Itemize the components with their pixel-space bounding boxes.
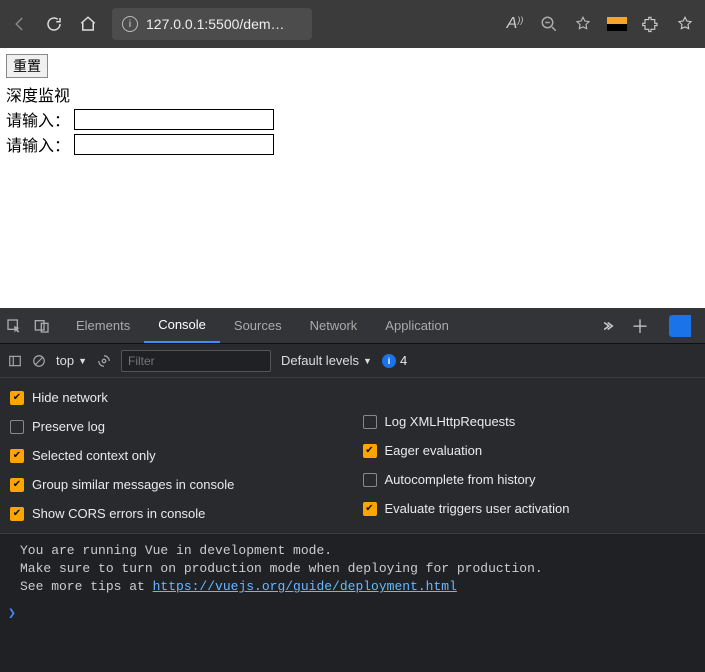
info-icon: i: [382, 354, 396, 368]
favorites-star-icon[interactable]: [675, 14, 695, 34]
checkbox-show-cors[interactable]: ✔: [10, 507, 24, 521]
reset-button[interactable]: 重置: [6, 54, 48, 78]
issues-count: 4: [400, 353, 407, 368]
console-line: Make sure to turn on production mode whe…: [20, 560, 697, 578]
console-text: See more tips at: [20, 579, 153, 594]
context-selector[interactable]: top ▼: [56, 353, 87, 368]
context-selector-label: top: [56, 353, 74, 368]
chevron-down-icon: ▼: [78, 356, 87, 366]
label-selected-context: Selected context only: [32, 448, 156, 463]
checkbox-autocomplete-history[interactable]: [363, 473, 377, 487]
label-eager-eval: Eager evaluation: [385, 443, 483, 458]
input1-field[interactable]: [74, 109, 274, 130]
extensions-icon[interactable]: [641, 14, 661, 34]
tab-elements[interactable]: Elements: [62, 309, 144, 342]
url-text: 127.0.0.1:5500/dem…: [146, 16, 285, 32]
more-tabs-icon[interactable]: [603, 319, 617, 333]
issues-badge[interactable]: i 4: [382, 353, 407, 368]
console-message: You are running Vue in development mode.…: [0, 540, 705, 603]
console-output: You are running Vue in development mode.…: [0, 534, 705, 672]
label-eval-triggers: Evaluate triggers user activation: [385, 501, 570, 516]
zoom-out-icon[interactable]: [539, 14, 559, 34]
tab-network[interactable]: Network: [296, 309, 372, 342]
page-heading: 深度监视: [6, 82, 699, 106]
device-toggle-icon[interactable]: [34, 318, 50, 334]
live-expression-icon[interactable]: [97, 354, 111, 368]
console-line: You are running Vue in development mode.: [20, 542, 697, 560]
devtools-drawer-toggle[interactable]: [669, 315, 691, 337]
label-show-cors: Show CORS errors in console: [32, 506, 205, 521]
console-sidebar-icon[interactable]: [8, 354, 22, 368]
console-settings-panel: ✔ Hide network Preserve log ✔ Selected con…: [0, 378, 705, 534]
site-info-icon[interactable]: i: [122, 16, 138, 32]
devtools: Elements Console Sources Network Applica…: [0, 308, 705, 672]
input1-label: 请输入：: [6, 107, 70, 131]
console-line: See more tips at https://vuejs.org/guide…: [20, 578, 697, 596]
console-prompt[interactable]: ❯: [0, 603, 705, 625]
checkbox-eager-eval[interactable]: ✔: [363, 444, 377, 458]
extension-badge[interactable]: [607, 17, 627, 31]
page-content: 重置 深度监视 请输入： 请输入：: [0, 48, 705, 308]
browser-toolbar: i 127.0.0.1:5500/dem… A)): [0, 0, 705, 48]
label-group-similar: Group similar messages in console: [32, 477, 234, 492]
clear-console-icon[interactable]: [32, 354, 46, 368]
devtools-tabbar: Elements Console Sources Network Applica…: [0, 308, 705, 344]
back-icon[interactable]: [10, 14, 30, 34]
filter-input[interactable]: [121, 350, 271, 372]
input2-label: 请输入：: [6, 132, 70, 156]
log-levels-selector[interactable]: Default levels ▼: [281, 353, 372, 368]
refresh-icon[interactable]: [44, 14, 64, 34]
favorites-icon[interactable]: [573, 14, 593, 34]
tab-sources[interactable]: Sources: [220, 309, 296, 342]
chevron-down-icon: ▼: [363, 356, 372, 366]
new-tab-icon[interactable]: ＋: [631, 313, 649, 339]
address-bar[interactable]: i 127.0.0.1:5500/dem…: [112, 8, 312, 40]
label-autocomplete-history: Autocomplete from history: [385, 472, 536, 487]
checkbox-preserve-log[interactable]: [10, 420, 24, 434]
read-aloud-icon[interactable]: A)): [505, 14, 525, 34]
checkbox-group-similar[interactable]: ✔: [10, 478, 24, 492]
console-link[interactable]: https://vuejs.org/guide/deployment.html: [153, 579, 457, 594]
checkbox-log-xhr[interactable]: [363, 415, 377, 429]
tab-console[interactable]: Console: [144, 308, 220, 343]
log-levels-label: Default levels: [281, 353, 359, 368]
checkbox-hide-network[interactable]: ✔: [10, 391, 24, 405]
tab-application[interactable]: Application: [371, 309, 463, 342]
console-toolbar: top ▼ Default levels ▼ i 4: [0, 344, 705, 378]
home-icon[interactable]: [78, 14, 98, 34]
label-log-xhr: Log XMLHttpRequests: [385, 414, 516, 429]
inspect-icon[interactable]: [6, 318, 22, 334]
checkbox-eval-triggers[interactable]: ✔: [363, 502, 377, 516]
input2-field[interactable]: [74, 134, 274, 155]
label-preserve-log: Preserve log: [32, 419, 105, 434]
checkbox-selected-context[interactable]: ✔: [10, 449, 24, 463]
label-hide-network: Hide network: [32, 390, 108, 405]
